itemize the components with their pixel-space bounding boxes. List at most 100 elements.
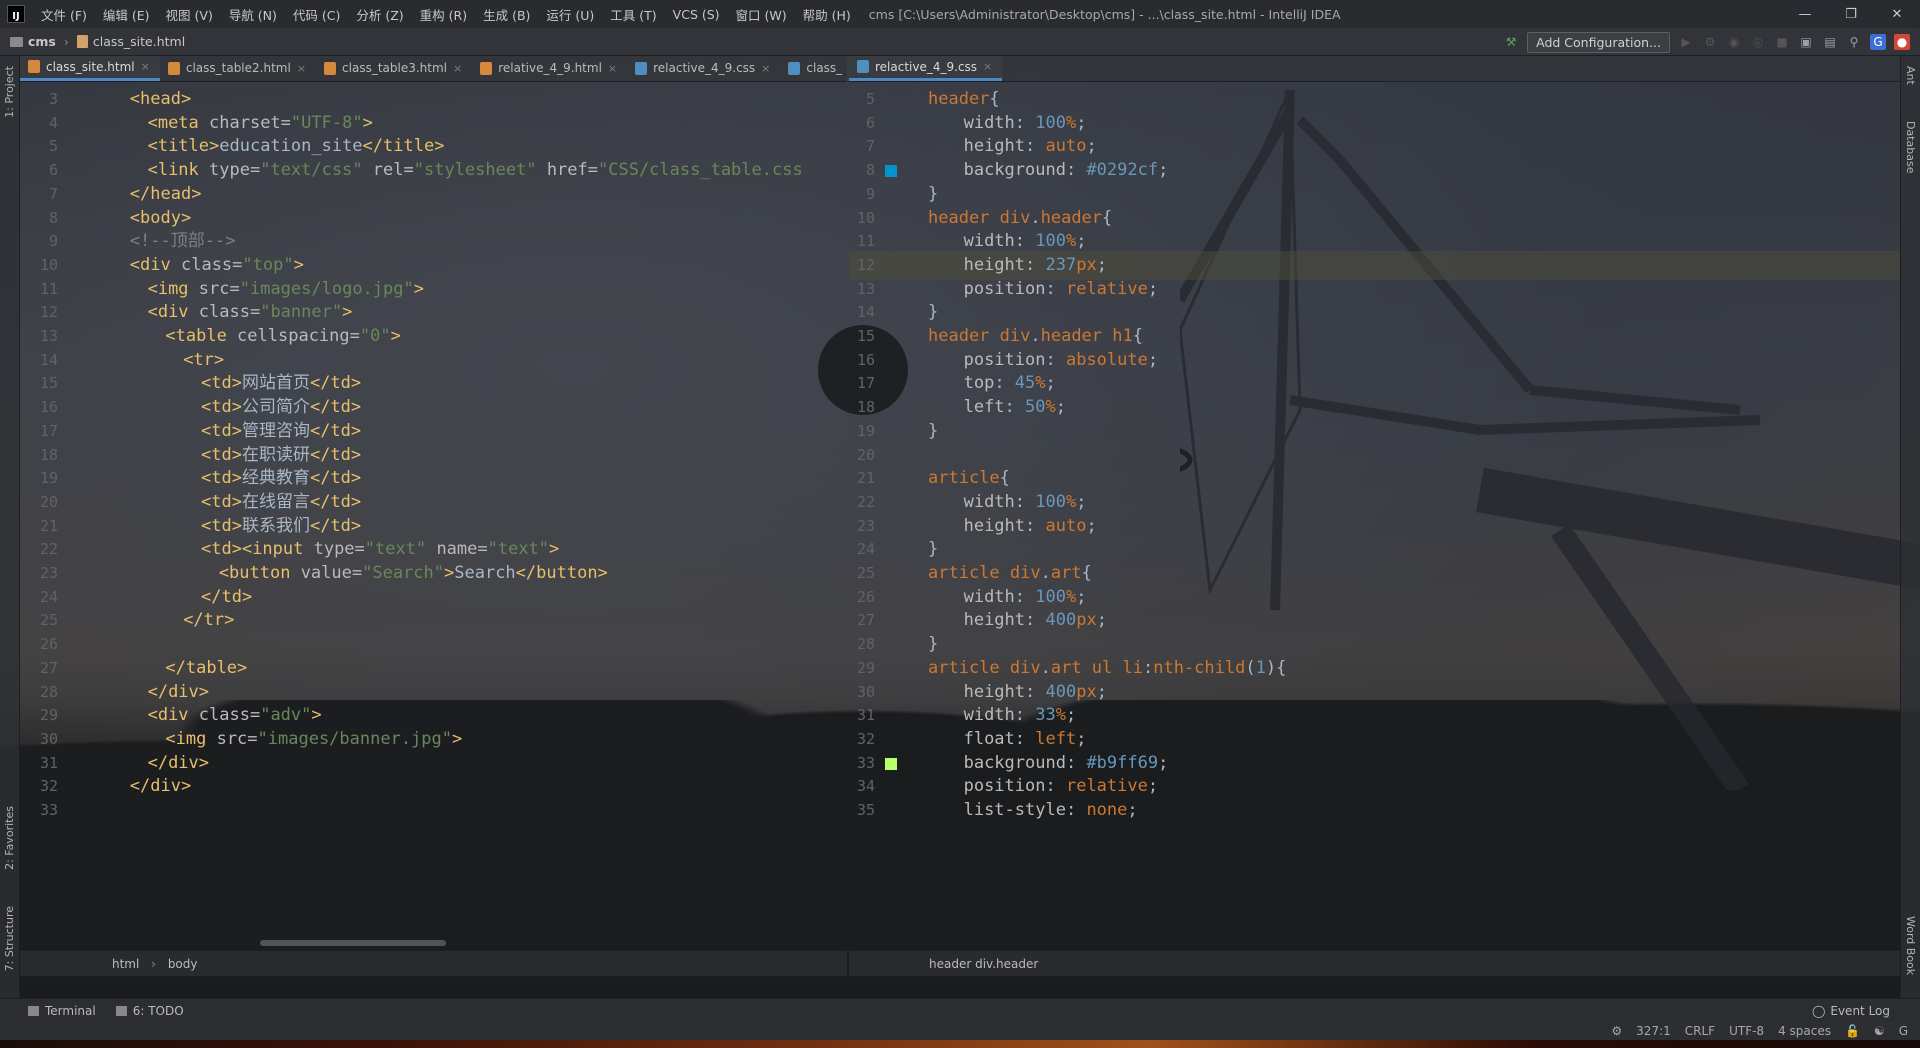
tab-relactive-4-9-css-right[interactable]: relactive_4_9.css × <box>849 56 1003 81</box>
code-token: 45 <box>1014 373 1036 394</box>
color-swatch-icon[interactable] <box>885 165 897 178</box>
structure-tool-button[interactable]: 7: Structure <box>3 906 16 971</box>
translate-icon[interactable]: G <box>1870 34 1886 50</box>
tab-class-site-html[interactable]: class_site.html × <box>20 56 160 81</box>
tab-class-truncated[interactable]: class_ <box>780 56 847 81</box>
ant-tool-button[interactable]: Ant <box>1904 66 1917 85</box>
lock-icon[interactable]: 🔓 <box>1845 1024 1860 1038</box>
close-tab-icon[interactable]: × <box>297 62 306 75</box>
google-icon[interactable]: G <box>1899 1024 1908 1038</box>
breadcrumb-project[interactable]: cms <box>28 34 56 49</box>
code-token: . <box>1030 326 1041 346</box>
code-token: width <box>963 491 1015 512</box>
hammer-build-icon[interactable]: ⚒ <box>1503 34 1519 50</box>
breadcrumb-body[interactable]: body <box>168 957 198 971</box>
close-tab-icon[interactable]: × <box>453 62 462 75</box>
tab-class-table3-html[interactable]: class_table3.html × <box>316 56 472 81</box>
favorites-tool-button[interactable]: 2: Favorites <box>3 806 16 870</box>
tab-label: relactive_4_9.css <box>875 59 978 74</box>
code-token: name= <box>436 539 488 560</box>
project-tool-button[interactable]: 1: Project <box>3 66 16 118</box>
stop-icon[interactable]: ■ <box>1774 34 1790 50</box>
code-token: "text" <box>364 539 437 560</box>
close-tab-icon[interactable]: × <box>608 62 617 75</box>
code-token: <td> <box>201 515 242 536</box>
line-separator[interactable]: CRLF <box>1685 1024 1715 1038</box>
code-token: { <box>999 468 1010 489</box>
menu-analyze[interactable]: 分析 (Z) <box>348 5 411 24</box>
minimize-icon[interactable]: — <box>1782 0 1828 28</box>
html-file-icon <box>167 61 180 75</box>
code-token: : <box>1045 278 1066 299</box>
code-token: </td> <box>309 420 362 441</box>
close-tab-icon[interactable]: × <box>141 60 150 73</box>
caret-position[interactable]: 327:1 <box>1636 1024 1671 1038</box>
code-token: : <box>1014 705 1036 726</box>
code-token: ; <box>1147 776 1159 797</box>
code-line[interactable]: 35 list-style: none; <box>849 796 1900 825</box>
code-token: </td> <box>201 586 253 607</box>
code-token: : <box>1065 752 1087 773</box>
code-line[interactable]: 33 <box>20 796 847 825</box>
wordbook-tool-button[interactable]: Word Book <box>1904 916 1917 975</box>
profile-icon[interactable]: ◎ <box>1750 34 1766 50</box>
code-token: 100 <box>1035 586 1066 607</box>
coverage-icon[interactable]: ◉ <box>1726 34 1742 50</box>
event-log-button[interactable]: ◯ Event Log <box>1812 999 1890 1023</box>
run-icon[interactable]: ▶ <box>1678 34 1694 50</box>
code-area-left[interactable]: 3 <head> 4 <meta charset="UTF-8"> 5 <title>ed… <box>20 83 847 950</box>
menu-file[interactable]: 文件 (F) <box>33 5 95 24</box>
menu-view[interactable]: 视图 (V) <box>158 5 221 24</box>
layout-icon[interactable]: ▤ <box>1822 34 1838 50</box>
html-file-icon <box>28 60 40 73</box>
breadcrumb-file[interactable]: class_site.html <box>93 34 185 49</box>
breadcrumb-selector[interactable]: header div.header <box>929 957 1038 971</box>
search-icon[interactable]: ⚲ <box>1846 34 1862 50</box>
menu-code[interactable]: 代码 (C) <box>285 5 348 24</box>
menu-build[interactable]: 生成 (B) <box>475 5 538 24</box>
tab-class-table2-html[interactable]: class_table2.html × <box>160 56 316 81</box>
code-token: relative <box>1065 776 1148 797</box>
menu-help[interactable]: 帮助 (H) <box>795 5 859 24</box>
color-swatch-icon[interactable] <box>885 757 897 770</box>
menu-window[interactable]: 窗口 (W) <box>728 5 795 24</box>
code-token: <td> <box>201 444 242 465</box>
menu-refactor[interactable]: 重构 (R) <box>412 5 475 24</box>
file-encoding[interactable]: UTF-8 <box>1729 1024 1764 1038</box>
indent-setting[interactable]: 4 spaces <box>1778 1024 1831 1038</box>
todo-button[interactable]: 6: TODO <box>115 1004 184 1018</box>
add-configuration-button[interactable]: Add Configuration... <box>1527 31 1670 53</box>
event-log-icon: ◯ <box>1811 1004 1826 1018</box>
inspector-icon[interactable]: ☯ <box>1874 1024 1885 1038</box>
menu-navigate[interactable]: 导航 (N) <box>221 5 285 24</box>
close-tab-icon[interactable]: × <box>761 62 770 75</box>
project-structure-icon[interactable]: ▣ <box>1798 34 1814 50</box>
horizontal-scrollbar[interactable] <box>260 940 446 946</box>
close-tab-icon[interactable]: × <box>983 60 992 73</box>
menu-vcs[interactable]: VCS (S) <box>665 7 728 22</box>
code-token: % <box>1065 231 1077 252</box>
close-icon[interactable]: ✕ <box>1874 0 1920 28</box>
code-area-right[interactable]: 5 header{6 width: 100%; 7 height: auto; 8 back… <box>849 83 1900 950</box>
breadcrumb-html[interactable]: html <box>112 957 139 971</box>
tab-relactive-4-9-css[interactable]: relactive_4_9.css × <box>627 56 780 81</box>
debug-icon[interactable]: ⚙ <box>1702 34 1718 50</box>
code-token: ; <box>1127 800 1138 820</box>
plugin-icon[interactable]: ● <box>1894 34 1910 50</box>
menu-run[interactable]: 运行 (U) <box>538 5 602 24</box>
code-token: ; <box>1086 136 1097 157</box>
menu-tools[interactable]: 工具 (T) <box>602 5 664 24</box>
terminal-button[interactable]: Terminal <box>28 1004 96 1018</box>
database-tool-button[interactable]: Database <box>1904 121 1917 174</box>
power-save-icon[interactable]: ⚙ <box>1611 1024 1622 1038</box>
tab-relative-4-9-html[interactable]: relative_4_9.html × <box>472 56 627 81</box>
line-number[interactable]: 33 <box>20 796 58 825</box>
restore-icon[interactable]: ❐ <box>1828 0 1874 28</box>
line-number[interactable]: 35 <box>849 796 875 825</box>
window-controls: — ❐ ✕ <box>1782 0 1920 28</box>
code-token: <td> <box>201 468 242 489</box>
code-token: ; <box>1158 752 1169 773</box>
code-token: > <box>362 112 373 133</box>
menu-edit[interactable]: 编辑 (E) <box>95 5 158 24</box>
code-token: header div <box>928 207 1031 228</box>
